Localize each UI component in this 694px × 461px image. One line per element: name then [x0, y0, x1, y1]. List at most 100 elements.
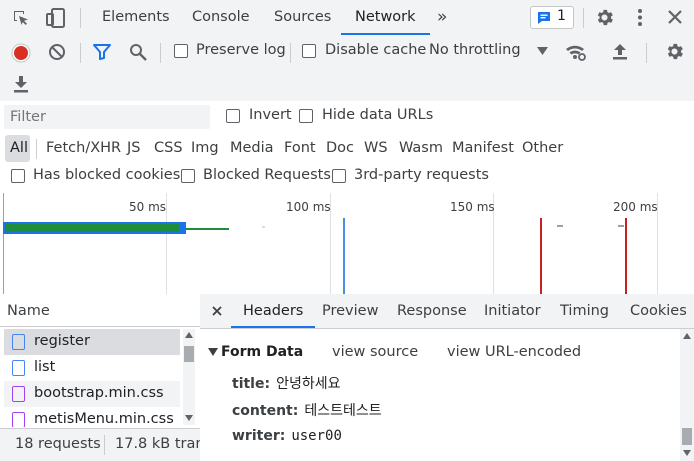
network-conditions-icon[interactable] [565, 42, 587, 62]
load-event-line [540, 218, 542, 294]
timeline-bar-green [5, 224, 179, 232]
network-toolbar: Preserve log Disable cache No throttling [0, 35, 694, 101]
issues-count: 1 [557, 8, 566, 24]
timeline-bar-green-tail [186, 228, 229, 230]
tab-response[interactable]: Response [397, 294, 467, 328]
scrollbar-thumb[interactable] [184, 346, 194, 362]
type-filter-font[interactable]: Font [284, 140, 316, 156]
scrollbar-thumb[interactable] [682, 428, 692, 445]
type-filter-js[interactable]: JS [127, 140, 140, 156]
tab-preview[interactable]: Preview [322, 294, 378, 328]
export-har-icon[interactable] [13, 75, 29, 93]
request-row-list[interactable]: list [4, 355, 180, 381]
preserve-log-checkbox[interactable] [174, 44, 188, 58]
more-options-icon[interactable] [631, 7, 649, 28]
filter-icon[interactable] [93, 44, 111, 60]
request-name: list [34, 359, 56, 375]
document-icon [12, 334, 25, 350]
request-list-scrollbar[interactable] [183, 329, 195, 425]
name-column-header[interactable]: Name [7, 303, 50, 319]
has-blocked-cookies-checkbox[interactable] [11, 169, 25, 183]
import-har-icon[interactable] [612, 43, 628, 61]
type-filter-img[interactable]: Img [191, 140, 219, 156]
type-filter-fetch-xhr[interactable]: Fetch/XHR [46, 140, 121, 156]
invert-label: Invert [249, 107, 292, 123]
type-filter-other[interactable]: Other [522, 140, 563, 156]
scroll-up-icon[interactable] [683, 333, 691, 339]
settings-gear-icon[interactable] [594, 7, 615, 28]
blocked-requests-checkbox[interactable] [181, 169, 195, 183]
tab-headers[interactable]: Headers [230, 294, 316, 328]
more-tabs-chevron-icon[interactable]: » [437, 0, 447, 35]
load-event-line [625, 218, 627, 294]
timeline-tick: 150 ms [450, 200, 495, 214]
third-party-requests-checkbox[interactable] [332, 169, 346, 183]
form-data-title[interactable]: Form Data [221, 344, 303, 360]
field-key: writer: [232, 428, 286, 444]
details-scrollbar[interactable] [680, 329, 694, 461]
type-filter-media[interactable]: Media [230, 140, 274, 156]
hide-data-urls-checkbox[interactable] [299, 109, 313, 123]
tab-initiator[interactable]: Initiator [484, 294, 541, 328]
type-filter-wasm[interactable]: Wasm [399, 140, 443, 156]
document-icon [12, 360, 25, 376]
network-overview-timeline[interactable]: 50 ms 100 ms 150 ms 200 ms [0, 193, 694, 294]
field-value: 안녕하세요 [276, 376, 341, 392]
type-filter-css[interactable]: CSS [154, 140, 183, 156]
type-filter-doc[interactable]: Doc [326, 140, 354, 156]
timeline-tick: 100 ms [286, 200, 331, 214]
request-details-pane: Headers Preview Response Initiator Timin… [200, 294, 694, 461]
search-icon[interactable] [129, 43, 147, 61]
close-details-icon[interactable] [212, 306, 222, 316]
view-source-link[interactable]: view source [332, 344, 418, 360]
type-filter-all[interactable]: All [10, 140, 28, 156]
scroll-down-icon[interactable] [185, 415, 193, 421]
request-row-bootstrap[interactable]: bootstrap.min.css [4, 381, 180, 407]
third-party-requests-label: 3rd-party requests [354, 167, 489, 183]
request-row-metismenu[interactable]: metisMenu.min.css [4, 407, 180, 427]
form-field-writer: writer: user00 [232, 428, 342, 444]
issues-badge[interactable]: 1 [530, 6, 574, 29]
tab-console[interactable]: Console [192, 0, 250, 35]
tab-sources[interactable]: Sources [274, 0, 331, 35]
tab-cookies[interactable]: Cookies [630, 294, 687, 328]
clear-icon[interactable] [48, 43, 66, 61]
blocked-requests-label: Blocked Requests [203, 167, 331, 183]
disable-cache-checkbox[interactable] [302, 44, 316, 58]
timeline-tick: 200 ms [613, 200, 658, 214]
has-blocked-cookies-label: Has blocked cookies [33, 167, 181, 183]
stylesheet-icon [12, 412, 25, 427]
network-settings-gear-icon[interactable] [664, 41, 685, 62]
throttling-select[interactable]: No throttling [429, 42, 521, 58]
form-field-content: content: 테스트테스트 [232, 400, 382, 420]
dom-content-loaded-line [343, 218, 345, 294]
tab-timing[interactable]: Timing [560, 294, 609, 328]
request-list-pane: Name register list bootstrap.min.css met… [0, 294, 200, 461]
stylesheet-icon [12, 386, 25, 402]
tab-elements[interactable]: Elements [102, 0, 170, 35]
device-toolbar-icon[interactable] [45, 7, 67, 29]
type-filter-manifest[interactable]: Manifest [452, 140, 514, 156]
filter-bar: Invert Hide data URLs All Fetch/XHR JS C… [0, 101, 694, 193]
scroll-up-icon[interactable] [185, 332, 193, 338]
invert-checkbox[interactable] [226, 109, 240, 123]
transferred-size: 17.8 kB trans [115, 436, 200, 452]
dropdown-arrow-icon[interactable] [537, 47, 548, 55]
field-value: 테스트테스트 [304, 403, 382, 419]
request-row-register[interactable]: register [4, 329, 180, 355]
record-icon[interactable] [11, 43, 31, 63]
timeline-mark [557, 225, 563, 227]
request-count: 18 requests [15, 436, 101, 452]
view-url-encoded-link[interactable]: view URL-encoded [447, 344, 581, 360]
tab-network[interactable]: Network [341, 0, 429, 35]
message-icon [538, 12, 550, 24]
scroll-down-icon[interactable] [683, 450, 691, 456]
inspect-element-icon[interactable] [11, 8, 31, 28]
collapse-triangle-icon[interactable] [208, 348, 218, 356]
disable-cache-label: Disable cache [325, 42, 427, 58]
timeline-tick: 50 ms [129, 200, 167, 214]
close-icon[interactable] [667, 9, 683, 25]
request-name: metisMenu.min.css [34, 411, 174, 427]
filter-input[interactable] [4, 105, 210, 129]
type-filter-ws[interactable]: WS [364, 140, 388, 156]
